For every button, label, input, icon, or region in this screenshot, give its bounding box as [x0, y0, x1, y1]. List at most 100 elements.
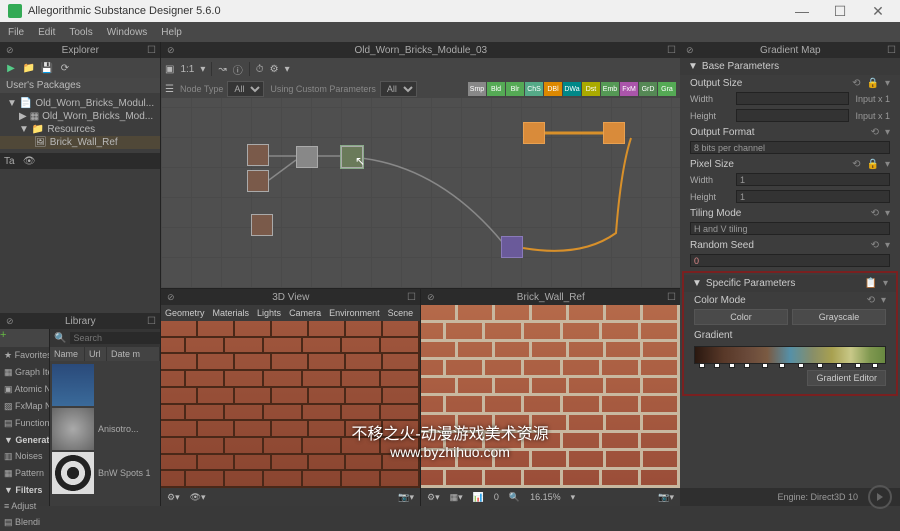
library-nav-item[interactable]: ▼ Filters [0, 482, 49, 498]
library-nav-item[interactable]: ▦ Graph Item [0, 364, 49, 381]
tree-item[interactable]: 🖼Brick_Wall_Ref [0, 136, 160, 149]
pin-icon[interactable]: ⊘ [6, 45, 14, 56]
collapse-icon[interactable]: ▼ [692, 278, 702, 289]
frame-icon[interactable]: ▣ [165, 64, 174, 75]
filter-node-type-select[interactable]: All [227, 81, 264, 97]
pin-icon[interactable]: ⊘ [6, 316, 14, 327]
new-icon[interactable]: ▶ [4, 61, 18, 75]
output-format-select[interactable]: 8 bits per channel [690, 141, 890, 154]
node-chip[interactable]: Smp [468, 82, 486, 96]
collapse-icon[interactable]: ▼ [688, 61, 698, 72]
graph-canvas[interactable]: ↖ [161, 98, 680, 288]
library-nav-item[interactable]: ≡ Adjust [0, 498, 49, 514]
gear-icon[interactable]: ⚙▾ [167, 492, 180, 503]
pin-icon[interactable]: ⊘ [686, 45, 694, 56]
maximize-button[interactable]: ☐ [826, 1, 854, 21]
dropdown-icon[interactable]: ▾ [285, 64, 290, 75]
pixel-height-input[interactable]: 1 [736, 190, 890, 203]
filter-params-select[interactable]: All [380, 81, 417, 97]
tab-lights[interactable]: Lights [257, 308, 281, 318]
section-specific-parameters[interactable]: ▼ Specific Parameters 📋▾ [684, 275, 896, 292]
pixel-width-input[interactable]: 1 [736, 173, 890, 186]
panel-close-icon[interactable]: ☐ [407, 292, 416, 303]
gear-icon[interactable]: ⚙ [270, 64, 279, 75]
menu-icon[interactable]: ▾ [885, 78, 890, 89]
grayscale-button[interactable]: Grayscale [792, 309, 886, 325]
camera-icon[interactable]: 📷▾ [398, 492, 414, 503]
search-icon[interactable]: 🔍 [509, 492, 520, 503]
filter-icon[interactable]: ☰ [165, 84, 174, 95]
graph-node[interactable] [247, 170, 269, 192]
section-base-parameters[interactable]: ▼ Base Parameters [680, 58, 900, 75]
eye-icon[interactable]: 👁▾ [190, 492, 206, 503]
graph-node[interactable] [501, 236, 523, 258]
menu-icon[interactable]: ▾ [885, 127, 890, 138]
node-chip[interactable]: Gra [658, 82, 676, 96]
tree-item[interactable]: ▶▦Old_Worn_Bricks_Mod... [0, 110, 160, 123]
graph-node[interactable] [296, 146, 318, 168]
pin-icon[interactable]: ⊘ [427, 292, 435, 303]
tab-scene[interactable]: Scene [388, 308, 414, 318]
menu-icon[interactable]: ▾ [881, 295, 886, 306]
library-nav-item[interactable]: ▨ FxMap No [0, 398, 49, 415]
link-icon[interactable]: ⟲ [852, 159, 860, 170]
link-icon[interactable]: ⟲ [871, 208, 879, 219]
height-input[interactable] [736, 109, 849, 122]
play-icon[interactable] [868, 485, 892, 509]
menu-file[interactable]: File [8, 27, 24, 38]
minimize-button[interactable]: — [788, 1, 816, 21]
timer-icon[interactable]: ⏱ [256, 64, 264, 75]
library-thumb[interactable]: BnW Spots 1 [52, 451, 158, 495]
grid-icon[interactable]: ▦▾ [450, 492, 463, 503]
col-name[interactable]: Name [50, 347, 85, 361]
gradient-editor-button[interactable]: Gradient Editor [807, 370, 886, 386]
tab-geometry[interactable]: Geometry [165, 308, 205, 318]
random-seed-input[interactable]: 0 [690, 254, 890, 267]
tree-item[interactable]: ▼📁Resources [0, 123, 160, 136]
menu-icon[interactable]: ▾ [883, 278, 888, 289]
color-button[interactable]: Color [694, 309, 788, 325]
2d-viewport[interactable] [421, 305, 680, 488]
node-chip[interactable]: Dst [582, 82, 600, 96]
link-icon[interactable]: ⟲ [871, 127, 879, 138]
menu-icon[interactable]: ▾ [885, 208, 890, 219]
close-button[interactable]: ✕ [864, 1, 892, 21]
link-icon[interactable]: ↝ [218, 64, 226, 75]
node-chip[interactable]: DWa [563, 82, 581, 96]
link-icon[interactable]: ⟲ [852, 78, 860, 89]
library-thumb[interactable] [52, 363, 158, 407]
link-icon[interactable]: ⟲ [867, 295, 875, 306]
zoom-label[interactable]: 1:1 [180, 64, 194, 75]
pin-icon[interactable]: ⊘ [167, 292, 175, 303]
pin-icon[interactable]: ⊘ [167, 45, 175, 56]
info-icon[interactable]: ⓘ [233, 62, 243, 77]
3d-viewport[interactable] [161, 321, 420, 488]
panel-close-icon[interactable]: ☐ [667, 292, 676, 303]
tab-materials[interactable]: Materials [213, 308, 250, 318]
panel-close-icon[interactable]: ☐ [147, 316, 156, 327]
node-chip[interactable]: GrD [639, 82, 657, 96]
tab-environment[interactable]: Environment [329, 308, 380, 318]
library-nav-item[interactable]: ▤ Blendi [0, 514, 49, 531]
tiling-mode-select[interactable]: H and V tiling [690, 222, 890, 235]
tree-item[interactable]: ▼📄Old_Worn_Bricks_Modul... [0, 97, 160, 110]
camera-icon[interactable]: 📷▾ [658, 492, 674, 503]
graph-node-selected[interactable] [341, 146, 363, 168]
width-input[interactable] [736, 92, 849, 105]
panel-close-icon[interactable]: ☐ [667, 45, 676, 56]
library-thumb[interactable]: Anisotro... [52, 407, 158, 451]
node-chip[interactable]: DBl [544, 82, 562, 96]
node-chip[interactable]: ChS [525, 82, 543, 96]
add-icon[interactable]: + [0, 329, 6, 341]
menu-edit[interactable]: Edit [38, 27, 55, 38]
panel-close-icon[interactable]: ☐ [887, 45, 896, 56]
dropdown-icon[interactable]: ▾ [571, 492, 576, 503]
library-nav-item[interactable]: ▦ Pattern [0, 465, 49, 482]
panel-close-icon[interactable]: ☐ [147, 45, 156, 56]
tab-camera[interactable]: Camera [289, 308, 321, 318]
refresh-icon[interactable]: ⟳ [58, 61, 72, 75]
library-nav-item[interactable]: ▼ Generators [0, 432, 49, 448]
save-icon[interactable]: 💾 [40, 61, 54, 75]
menu-tools[interactable]: Tools [69, 27, 92, 38]
node-chip[interactable]: FxM [620, 82, 638, 96]
